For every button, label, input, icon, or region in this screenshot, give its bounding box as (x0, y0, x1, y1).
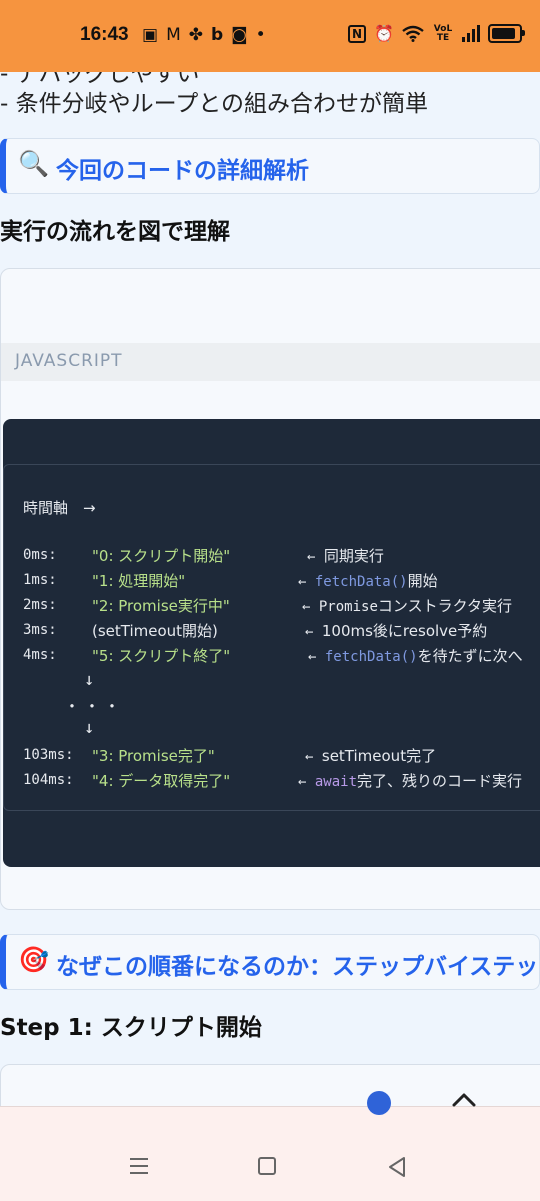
dot-icon: • (255, 25, 266, 45)
volte-icon: VoLTE (433, 23, 453, 43)
section-title: 今回のコードの詳細解析 (56, 158, 309, 184)
timeline-label: "2: Promise実行中" (92, 597, 230, 615)
gmail-icon: M (166, 25, 181, 45)
page-content[interactable]: - デバッグしやすい - 条件分岐やループとの組み合わせが簡単 🔍 今回のコード… (0, 72, 540, 1107)
system-icons: N ⏰ VoLTE (348, 23, 525, 43)
scroll-to-top-icon[interactable] (449, 1087, 479, 1111)
magnifier-icon: 🔍 (18, 149, 50, 178)
timeline-note: ← fetchData()開始 (298, 572, 438, 590)
timeline-label: "3: Promise完了" (92, 747, 215, 765)
code-language-bar: JAVASCRIPT (1, 343, 540, 381)
down-arrow-icon: ↓ (84, 670, 95, 690)
timeline-label: "0: スクリプト開始" (92, 547, 231, 565)
status-bar: 16:43 ▣ M ✤ b ◙ • N ⏰ VoLTE (0, 0, 540, 72)
timeline-row: 104ms: (23, 772, 74, 788)
timeline-note: ← Promiseコンストラクタ実行 (302, 597, 512, 615)
step-title: Step 1: スクリプト開始 (0, 1015, 262, 1041)
recents-icon[interactable] (128, 1157, 150, 1175)
timeline-header: 時間軸 → (23, 499, 96, 517)
timeline-row: 1ms: (23, 572, 57, 588)
notification-icons: ▣ M ✤ b ◙ • (142, 25, 266, 45)
timeline-label: "4: データ取得完了" (92, 772, 231, 790)
sim-icon: ▣ (142, 25, 159, 45)
battery-icon (488, 24, 525, 43)
section-title: なぜこの順番になるのか：ステップバイステップ (56, 954, 540, 980)
back-icon[interactable] (386, 1155, 408, 1179)
timeline-note: ← setTimeout完了 (305, 747, 437, 765)
timeline-row: 103ms: (23, 747, 74, 763)
timeline-row: 2ms: (23, 597, 57, 613)
target-icon: 🎯 (18, 945, 50, 974)
section-header-analysis: 🔍 今回のコードの詳細解析 (0, 138, 540, 194)
status-time: 16:43 (80, 24, 129, 45)
timeline-note: ← fetchData()を待たずに次へ (308, 647, 523, 665)
timeline-note: ← 同期実行 (307, 547, 384, 565)
timeline-row: 3ms: (23, 622, 57, 638)
reading-progress-indicator[interactable] (367, 1091, 391, 1115)
bottom-navigation (0, 1091, 540, 1201)
timeline-label: "1: 処理開始" (92, 572, 186, 590)
wifi-icon (402, 25, 424, 42)
subsection-title: 実行の流れを図で理解 (0, 219, 230, 245)
nfc-icon: N (348, 24, 367, 43)
alarm-icon: ⏰ (374, 24, 394, 43)
down-arrow-icon: ↓ (84, 718, 95, 738)
timeline-note: ← 100ms後にresolve予約 (305, 622, 488, 640)
code-block[interactable]: 時間軸 → 0ms: "0: スクリプト開始" ← 同期実行 1ms: "1: … (3, 419, 540, 867)
home-icon[interactable] (258, 1157, 276, 1175)
code-card: JAVASCRIPT 時間軸 → 0ms: "0: スクリプト開始" ← 同期実… (0, 268, 540, 910)
signal-icon (462, 25, 480, 42)
bullet-item: - 条件分岐やループとの組み合わせが簡単 (0, 91, 429, 117)
ellipsis: ・・・ (64, 697, 125, 716)
b-app-icon: b (210, 25, 224, 45)
pinwheel-icon: ✤ (188, 25, 203, 45)
timeline-row: 0ms: (23, 547, 57, 563)
timeline-note: ← await完了、残りのコード実行 (298, 772, 523, 790)
timeline-label: (setTimeout開始) (92, 622, 218, 640)
section-header-steps: 🎯 なぜこの順番になるのか：ステップバイステップ (0, 934, 540, 990)
code-inner-frame: 時間軸 → 0ms: "0: スクリプト開始" ← 同期実行 1ms: "1: … (3, 464, 540, 811)
timeline-row: 4ms: (23, 647, 57, 663)
instagram-icon: ◙ (231, 25, 248, 45)
code-language-label: JAVASCRIPT (15, 351, 123, 371)
timeline-label: "5: スクリプト終了" (92, 647, 231, 665)
